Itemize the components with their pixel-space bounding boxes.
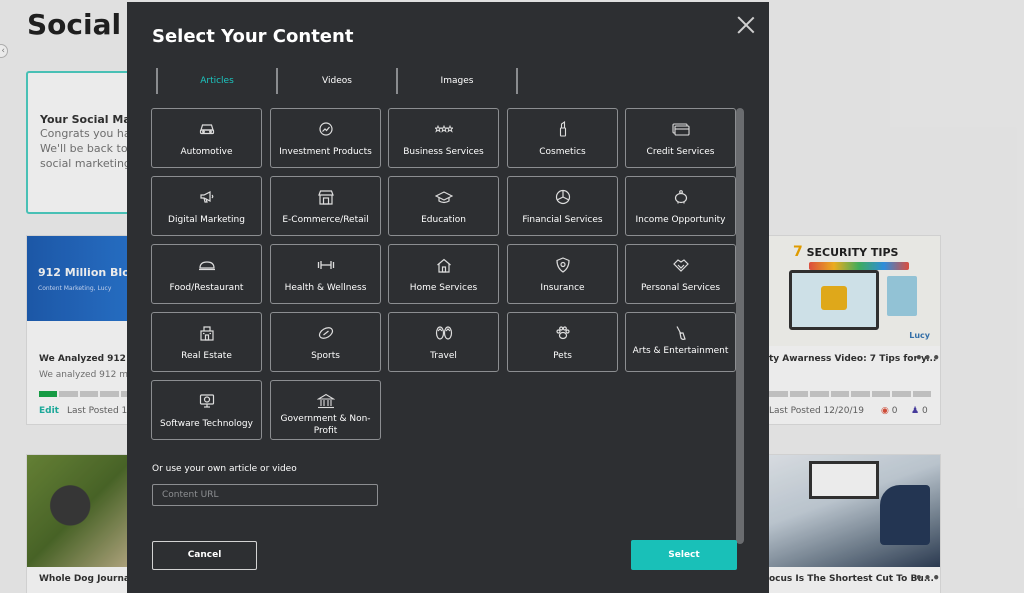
category-label: E-Commerce/Retail: [282, 215, 369, 225]
category-tile-real-estate[interactable]: Real Estate: [151, 312, 262, 372]
handshake-icon: [626, 257, 735, 273]
category-label: Business Services: [403, 147, 484, 157]
flip-flops-icon: [389, 325, 498, 341]
category-tile-travel[interactable]: Travel: [388, 312, 499, 372]
category-label: Income Opportunity: [635, 215, 726, 225]
category-label: Automotive: [180, 147, 233, 157]
cancel-button[interactable]: Cancel: [152, 541, 257, 570]
house-icon: [389, 257, 498, 273]
category-tile-pets[interactable]: Pets: [507, 312, 618, 372]
tab-videos[interactable]: Videos: [276, 68, 396, 94]
category-label: Sports: [311, 351, 340, 361]
category-tile-sports[interactable]: Sports: [270, 312, 381, 372]
category-tile-income-opportunity[interactable]: Income Opportunity: [625, 176, 736, 236]
own-content-label: Or use your own article or video: [152, 464, 297, 474]
category-label: Food/Restaurant: [169, 283, 244, 293]
category-label: Government & Non-Profit: [280, 414, 371, 436]
category-label: Health & Wellness: [284, 283, 367, 293]
category-tile-health-wellness[interactable]: Health & Wellness: [270, 244, 381, 304]
dumbbell-icon: [271, 257, 380, 273]
scrollbar[interactable]: [736, 108, 744, 544]
category-label: Financial Services: [522, 215, 603, 225]
category-tile-government-non-profit[interactable]: Government & Non-Profit: [270, 380, 381, 440]
category-label: Home Services: [409, 283, 478, 293]
category-tile-e-commerce-retail[interactable]: E-Commerce/Retail: [270, 176, 381, 236]
football-icon: [271, 325, 380, 341]
category-tile-credit-services[interactable]: Credit Services: [625, 108, 736, 168]
category-tile-automotive[interactable]: Automotive: [151, 108, 262, 168]
category-label: Investment Products: [279, 147, 372, 157]
category-tile-home-services[interactable]: Home Services: [388, 244, 499, 304]
food-tray-icon: [152, 257, 261, 273]
chart-circle-icon: [271, 121, 380, 137]
modal-title: Select Your Content: [152, 26, 354, 47]
category-tile-food-restaurant[interactable]: Food/Restaurant: [151, 244, 262, 304]
category-label: Education: [421, 215, 466, 225]
graduation-cap-icon: [389, 189, 498, 205]
car-icon: [152, 121, 261, 137]
category-tile-insurance[interactable]: Insurance: [507, 244, 618, 304]
credit-card-icon: [626, 121, 735, 137]
category-label: Software Technology: [160, 419, 253, 429]
category-tile-investment-products[interactable]: Investment Products: [270, 108, 381, 168]
category-tile-digital-marketing[interactable]: Digital Marketing: [151, 176, 262, 236]
category-label: Cosmetics: [539, 147, 586, 157]
category-label: Insurance: [540, 283, 585, 293]
storefront-icon: [271, 189, 380, 205]
scrollbar-thumb[interactable]: [736, 108, 744, 544]
category-tile-business-services[interactable]: Business Services: [388, 108, 499, 168]
tab-articles[interactable]: Articles: [156, 68, 276, 94]
select-button[interactable]: Select: [631, 540, 737, 570]
category-scroll-area: Automotive Investment Products Business Se…: [151, 108, 739, 448]
lipstick-icon: [508, 121, 617, 137]
paw-icon: [508, 325, 617, 341]
category-label: Travel: [430, 351, 457, 361]
building-icon: [152, 325, 261, 341]
category-tile-cosmetics[interactable]: Cosmetics: [507, 108, 618, 168]
category-label: Real Estate: [181, 351, 232, 361]
category-label: Credit Services: [646, 147, 715, 157]
tab-images[interactable]: Images: [396, 68, 516, 94]
category-label: Pets: [553, 351, 572, 361]
category-tile-personal-services[interactable]: Personal Services: [625, 244, 736, 304]
shield-icon: [508, 257, 617, 273]
content-type-tabs: Articles Videos Images: [156, 68, 518, 94]
content-url-input[interactable]: [152, 484, 378, 506]
category-tile-education[interactable]: Education: [388, 176, 499, 236]
category-tile-financial-services[interactable]: Financial Services: [507, 176, 618, 236]
category-label: Personal Services: [640, 283, 721, 293]
close-icon[interactable]: [737, 16, 755, 34]
pie-chart-icon: [508, 189, 617, 205]
category-label: Digital Marketing: [168, 215, 245, 225]
piggy-bank-icon: [626, 189, 735, 205]
category-tile-software-technology[interactable]: Software Technology: [151, 380, 262, 440]
computer-icon: [152, 393, 261, 409]
megaphone-icon: [152, 189, 261, 205]
paintbrush-icon: [626, 325, 735, 341]
select-content-modal: Select Your Content Articles Videos Imag…: [127, 2, 769, 593]
stars-icon: [389, 121, 498, 137]
government-building-icon: [271, 393, 380, 409]
category-tile-arts-entertainment[interactable]: Arts & Entertainment: [625, 312, 736, 372]
category-label: Arts & Entertainment: [632, 346, 729, 356]
